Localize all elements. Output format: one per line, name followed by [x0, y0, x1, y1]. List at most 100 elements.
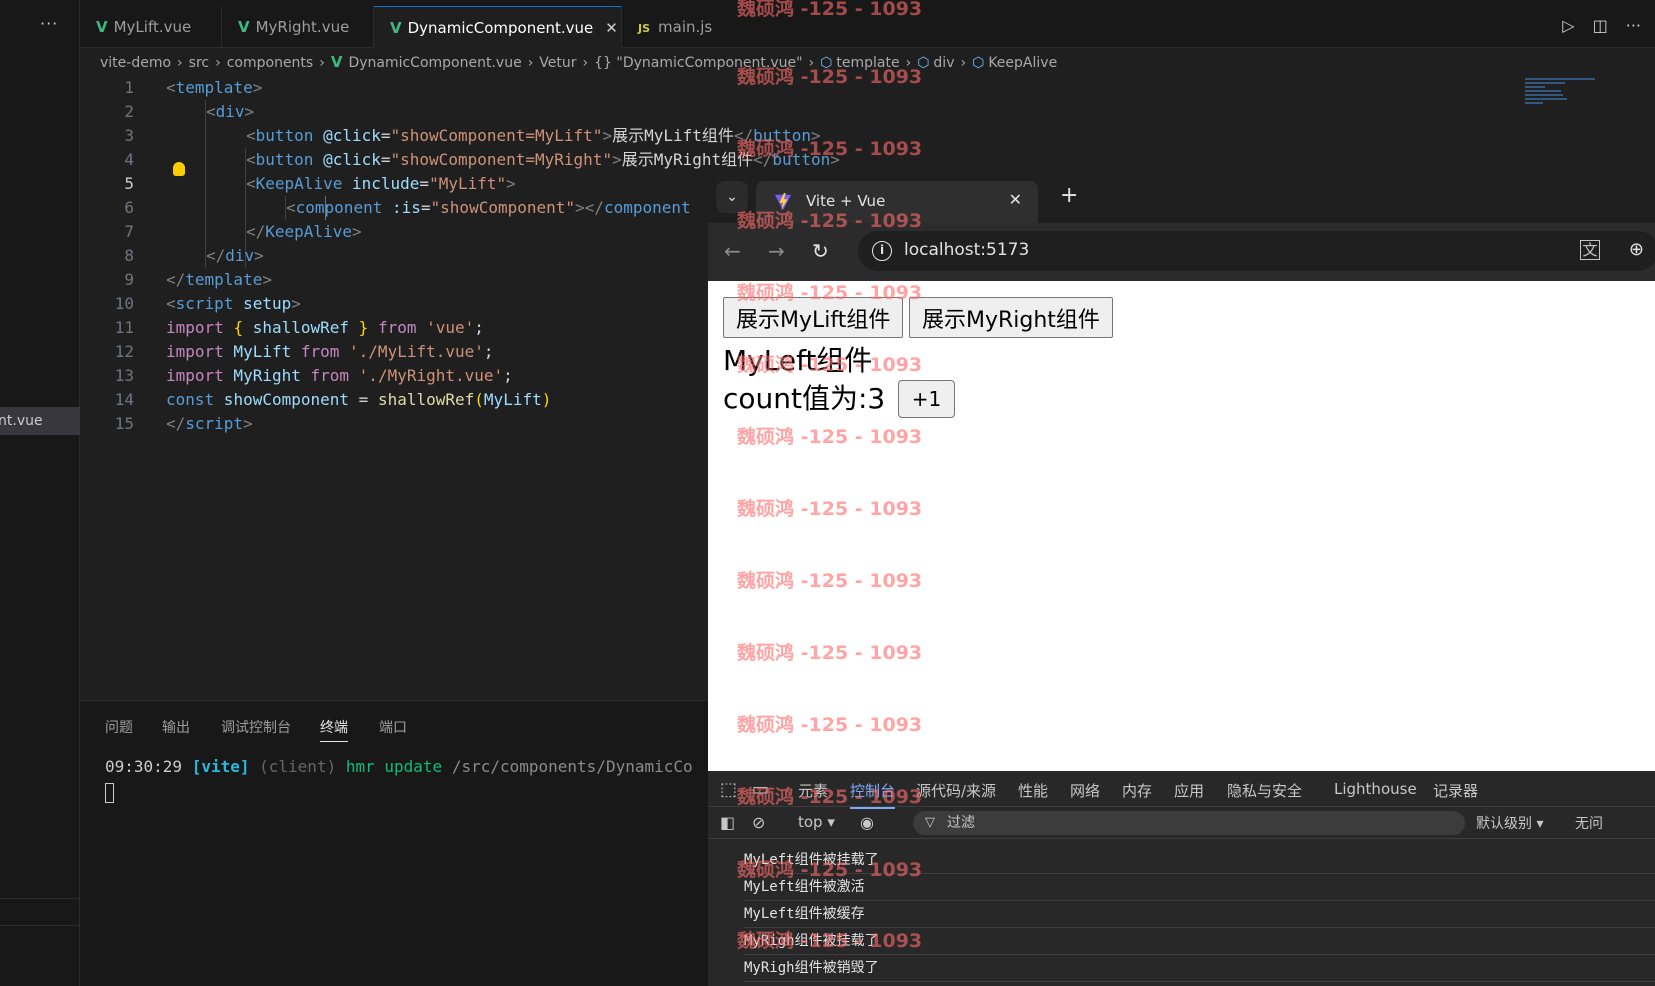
indent-guide — [205, 100, 206, 268]
console-log-list: MyLeft组件被挂载了 MyLeft组件被激活 MyLeft组件被缓存 MyR… — [744, 847, 1655, 982]
console-message: MyLeft组件被挂载了 — [744, 847, 1655, 874]
count-text: count值为:3 — [723, 382, 886, 415]
breadcrumb-item[interactable]: components — [227, 55, 314, 71]
browser-tab[interactable]: Vite + Vue ✕ — [756, 181, 1038, 223]
tab-application[interactable]: 应用 — [1174, 780, 1204, 801]
activity-bar: ··· nt.vue — [0, 0, 80, 986]
breadcrumb-item[interactable]: src — [189, 55, 209, 71]
tab-elements[interactable]: 元素 — [798, 780, 828, 801]
console-toolbar: ◧ ⊘ top ▾ ◉ ▽ 过滤 默认级别 ▾ 无问 — [708, 807, 1655, 839]
breadcrumb-item[interactable]: Vetur — [539, 55, 576, 71]
tab-ports[interactable]: 端口 — [379, 717, 407, 737]
increment-button[interactable]: +1 — [898, 380, 955, 418]
close-icon[interactable]: ✕ — [605, 19, 618, 37]
tab-performance[interactable]: 性能 — [1018, 780, 1048, 801]
device-toolbar-icon[interactable]: ▭ — [752, 779, 769, 800]
tab-mainjs[interactable]: JS main.js — [622, 6, 730, 48]
close-icon[interactable]: ✕ — [1009, 190, 1022, 209]
minimap[interactable] — [1525, 78, 1600, 106]
filter-input[interactable]: ▽ 过滤 — [913, 811, 1465, 835]
tab-search-icon[interactable]: ⌄ — [716, 181, 748, 213]
devtools-panel: ⬚ ▭ 元素 控制台 源代码/来源 性能 网络 内存 应用 隐私与安全 Ligh… — [708, 771, 1655, 986]
tab-debug-console[interactable]: 调试控制台 — [221, 717, 291, 737]
tab-mylift[interactable]: V MyLift.vue — [80, 6, 222, 48]
chevron-right-icon: › — [808, 55, 815, 71]
vue-file-icon: V — [96, 18, 108, 36]
divider — [0, 898, 80, 899]
issues-counter[interactable]: 无问 — [1575, 813, 1603, 833]
new-tab-button[interactable]: + — [1060, 183, 1078, 208]
divider — [0, 925, 80, 926]
chevron-right-icon: › — [319, 55, 325, 71]
tab-sources[interactable]: 源代码/来源 — [916, 780, 996, 801]
chevron-right-icon: › — [960, 55, 967, 71]
line-number: 8 — [124, 246, 134, 265]
browser-toolbar: ← → ↻ i localhost:5173 文 ⊕ — [708, 223, 1655, 281]
reload-icon[interactable]: ↻ — [812, 239, 829, 263]
breadcrumb-item[interactable]: div — [933, 55, 954, 71]
clear-console-icon[interactable]: ⊘ — [752, 813, 765, 832]
console-message: MyLeft组件被缓存 — [744, 901, 1655, 928]
filter-placeholder: 过滤 — [947, 815, 975, 831]
tab-label: main.js — [658, 18, 713, 36]
breadcrumb-item[interactable]: vite-demo — [100, 55, 171, 71]
line-number: 6 — [124, 198, 134, 217]
tab-label: MyRight.vue — [255, 18, 350, 36]
tab-memory[interactable]: 内存 — [1122, 780, 1152, 801]
show-mylift-button[interactable]: 展示MyLift组件 — [723, 297, 904, 338]
breadcrumb-item[interactable]: DynamicComponent.vue — [348, 55, 521, 71]
devtools-tabs: ⬚ ▭ 元素 控制台 源代码/来源 性能 网络 内存 应用 隐私与安全 Ligh… — [708, 771, 1655, 809]
more-actions-icon[interactable]: ··· — [1626, 16, 1641, 35]
vue-file-icon: V — [238, 18, 250, 36]
explorer-file-item[interactable]: nt.vue — [0, 407, 80, 435]
log-level-selector[interactable]: 默认级别 ▾ — [1476, 813, 1543, 833]
bottom-panel: 问题 输出 调试控制台 终端 端口 09:30:29 [vite] (clien… — [80, 700, 720, 986]
eye-icon[interactable]: ◉ — [860, 813, 874, 832]
tab-problems[interactable]: 问题 — [105, 717, 133, 737]
terminal-output[interactable]: 09:30:29 [vite] (client) hmr update /src… — [105, 757, 693, 776]
chevron-right-icon: › — [582, 55, 589, 71]
context-selector[interactable]: top ▾ — [798, 813, 835, 831]
chevron-right-icon: › — [177, 55, 183, 71]
line-number: 12 — [114, 342, 134, 361]
lightbulb-icon[interactable] — [173, 162, 185, 176]
cube-icon: ⬡ — [917, 55, 930, 71]
tab-network[interactable]: 网络 — [1070, 780, 1100, 801]
forward-icon[interactable]: → — [768, 239, 785, 263]
tab-myright[interactable]: V MyRight.vue — [222, 6, 374, 48]
tab-terminal[interactable]: 终端 — [320, 717, 348, 742]
tab-lighthouse[interactable]: Lighthouse — [1334, 780, 1417, 798]
breadcrumb-item[interactable]: template — [836, 55, 899, 71]
console-message: MyRigh组件被挂载了 — [744, 928, 1655, 955]
browser-window: ⌄ Vite + Vue ✕ + ← → ↻ i localhost:5173 … — [708, 173, 1655, 986]
chevron-right-icon: › — [215, 55, 221, 71]
vue-file-icon: V — [330, 53, 343, 71]
translate-icon[interactable]: 文 — [1580, 240, 1600, 260]
run-icon[interactable]: ▷ — [1562, 16, 1574, 35]
back-icon[interactable]: ← — [724, 239, 741, 263]
tab-output[interactable]: 输出 — [162, 717, 190, 737]
tab-dynamiccomponent[interactable]: V DynamicComponent.vue ✕ — [374, 6, 622, 48]
show-myright-button[interactable]: 展示MyRight组件 — [909, 297, 1113, 338]
url-text: localhost:5173 — [904, 240, 1030, 260]
chevron-right-icon: › — [527, 55, 534, 71]
inspect-icon[interactable]: ⬚ — [720, 779, 737, 800]
zoom-icon[interactable]: ⊕ — [1629, 239, 1644, 260]
split-editor-icon[interactable]: ◫ — [1593, 16, 1608, 35]
explorer-file-label: nt.vue — [0, 413, 43, 429]
tab-recorder[interactable]: 记录器 — [1433, 780, 1478, 801]
component-heading: MyLeft组件 — [723, 344, 873, 377]
sidebar-toggle-icon[interactable]: ◧ — [720, 813, 735, 832]
breadcrumb-item[interactable]: KeepAlive — [988, 55, 1057, 71]
breadcrumb-item[interactable]: {} "DynamicComponent.vue" — [594, 55, 802, 71]
editor-tab-bar: V MyLift.vue V MyRight.vue V DynamicCompone… — [80, 0, 1655, 48]
address-bar[interactable]: i localhost:5173 文 ⊕ — [858, 231, 1655, 271]
more-actions-icon[interactable]: ··· — [40, 14, 58, 33]
site-info-icon[interactable]: i — [872, 241, 892, 261]
line-number: 5 — [124, 174, 134, 193]
tab-privacy[interactable]: 隐私与安全 — [1227, 780, 1302, 801]
cube-icon: ⬡ — [820, 55, 833, 71]
tab-console[interactable]: 控制台 — [850, 780, 896, 809]
breadcrumb: vite-demo › src › components › V DynamicCompone… — [100, 53, 1057, 75]
line-number: 2 — [124, 102, 134, 121]
